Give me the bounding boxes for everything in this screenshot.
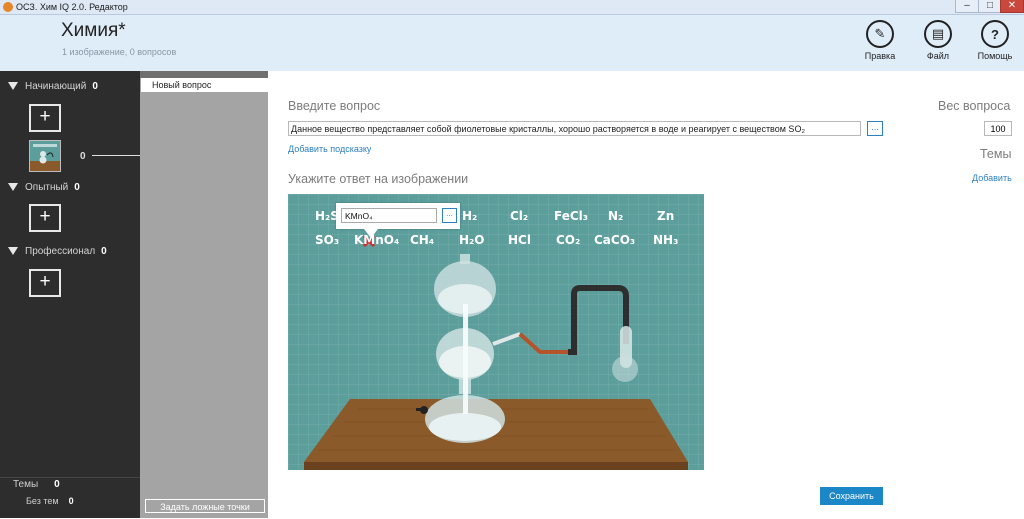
app-icon [3, 2, 13, 12]
file-button[interactable]: ▤ Файл [914, 20, 962, 61]
collapse-triangle-icon [8, 247, 18, 255]
save-button[interactable]: Сохранить [820, 487, 883, 505]
formula-caco3[interactable]: CaCO₃ [594, 233, 635, 247]
document-icon: ▤ [924, 20, 952, 48]
topics-count: 0 [54, 479, 60, 490]
add-image-button-experienced[interactable]: + [29, 204, 61, 232]
thumbnail-question-count: 0 [80, 151, 86, 162]
weight-input[interactable]: 100 [984, 121, 1012, 136]
formula-so3[interactable]: SO₃ [315, 233, 339, 247]
formula-co2[interactable]: CO₂ [556, 233, 580, 247]
pencil-icon: ✎ [866, 20, 894, 48]
rubber-hose [568, 285, 629, 355]
page-subtitle: 1 изображение, 0 вопросов [62, 47, 177, 57]
formula-cl2[interactable]: Cl₂ [510, 209, 528, 223]
set-fake-points-button[interactable]: Задать ложные точки [145, 499, 265, 513]
question-list: Новый вопрос Задать ложные точки [140, 71, 268, 518]
header: Химия* 1 изображение, 0 вопросов ✎ Правк… [0, 15, 1024, 71]
formula-h2o[interactable]: H₂O [459, 233, 485, 247]
file-label: Файл [926, 51, 950, 61]
level-name: Профессионал [25, 246, 96, 257]
level-beginner[interactable]: Начинающий 0 [8, 81, 98, 92]
no-topics-count: 0 [68, 496, 74, 506]
topics-summary: Темы 0 [13, 479, 60, 490]
question-input[interactable]: Данное вещество представляет собой фиоле… [288, 121, 861, 136]
add-topic-link[interactable]: Добавить [972, 173, 1012, 183]
edit-label: Правка [864, 51, 896, 61]
collapse-triangle-icon [8, 183, 18, 191]
level-name: Опытный [25, 182, 69, 193]
no-topics-summary: Без тем 0 [26, 496, 74, 506]
collapse-triangle-icon [8, 82, 18, 90]
question-item[interactable]: Новый вопрос [141, 78, 268, 92]
answer-image[interactable]: H₂S H₂ Cl₂ FeCl₃ N₂ Zn SO₃ KMnO₄ CH₄ H₂O… [288, 194, 704, 470]
topics-label: Темы [13, 479, 39, 490]
formula-nh3[interactable]: NH₃ [653, 233, 678, 247]
image-thumbnail[interactable] [29, 140, 61, 172]
level-name: Начинающий [25, 81, 87, 92]
level-professional[interactable]: Профессионал 0 [8, 246, 107, 257]
close-button[interactable]: ✕ [1000, 0, 1024, 13]
levels-sidebar: Начинающий 0 + 0 Опытный 0 + Профессионал 0… [0, 71, 140, 518]
weight-label: Вес вопроса [938, 99, 1011, 113]
level-experienced[interactable]: Опытный 0 [8, 182, 80, 193]
thumbnail-connector [92, 155, 140, 156]
formula-n2[interactable]: N₂ [608, 209, 623, 223]
lab-scene [304, 234, 688, 470]
formula-zn[interactable]: Zn [657, 209, 674, 223]
level-count: 0 [92, 81, 98, 92]
add-image-button-professional[interactable]: + [29, 269, 61, 297]
question-label: Введите вопрос [288, 99, 381, 113]
no-topics-label: Без тем [26, 496, 59, 506]
page-title: Химия* [61, 20, 126, 41]
edit-button[interactable]: ✎ Правка [856, 20, 904, 61]
window-titlebar: ОСЗ. Хим IQ 2.0. Редактор – □ ✕ [0, 0, 1024, 15]
answer-popup: KMnO₄ ... [336, 203, 460, 238]
formula-ch4[interactable]: CH₄ [410, 233, 434, 247]
answer-options-button[interactable]: ... [442, 208, 457, 223]
formula-h2[interactable]: H₂ [462, 209, 477, 223]
answer-input[interactable]: KMnO₄ [341, 208, 437, 223]
question-options-button[interactable]: ... [867, 121, 883, 136]
level-count: 0 [101, 246, 107, 257]
kipp-tube [463, 304, 468, 414]
help-icon: ? [981, 20, 1009, 48]
formula-fecl3[interactable]: FeCl₃ [554, 209, 588, 223]
help-button[interactable]: ? Помощь [971, 20, 1019, 61]
question-list-header [140, 71, 268, 78]
add-image-button-beginner[interactable]: + [29, 104, 61, 132]
answer-label: Укажите ответ на изображении [288, 172, 469, 186]
formula-hcl[interactable]: HCl [508, 233, 531, 247]
minimize-button[interactable]: – [955, 0, 979, 13]
window-title: ОСЗ. Хим IQ 2.0. Редактор [16, 2, 128, 12]
level-count: 0 [74, 182, 80, 193]
add-hint-link[interactable]: Добавить подсказку [288, 144, 371, 154]
help-label: Помощь [977, 51, 1013, 61]
topics-heading: Темы [980, 147, 1012, 161]
kipp-bottom-liquid [429, 413, 501, 441]
table-edge [304, 462, 688, 470]
thumbnail-preview [30, 141, 60, 171]
maximize-button[interactable]: □ [978, 0, 1002, 13]
